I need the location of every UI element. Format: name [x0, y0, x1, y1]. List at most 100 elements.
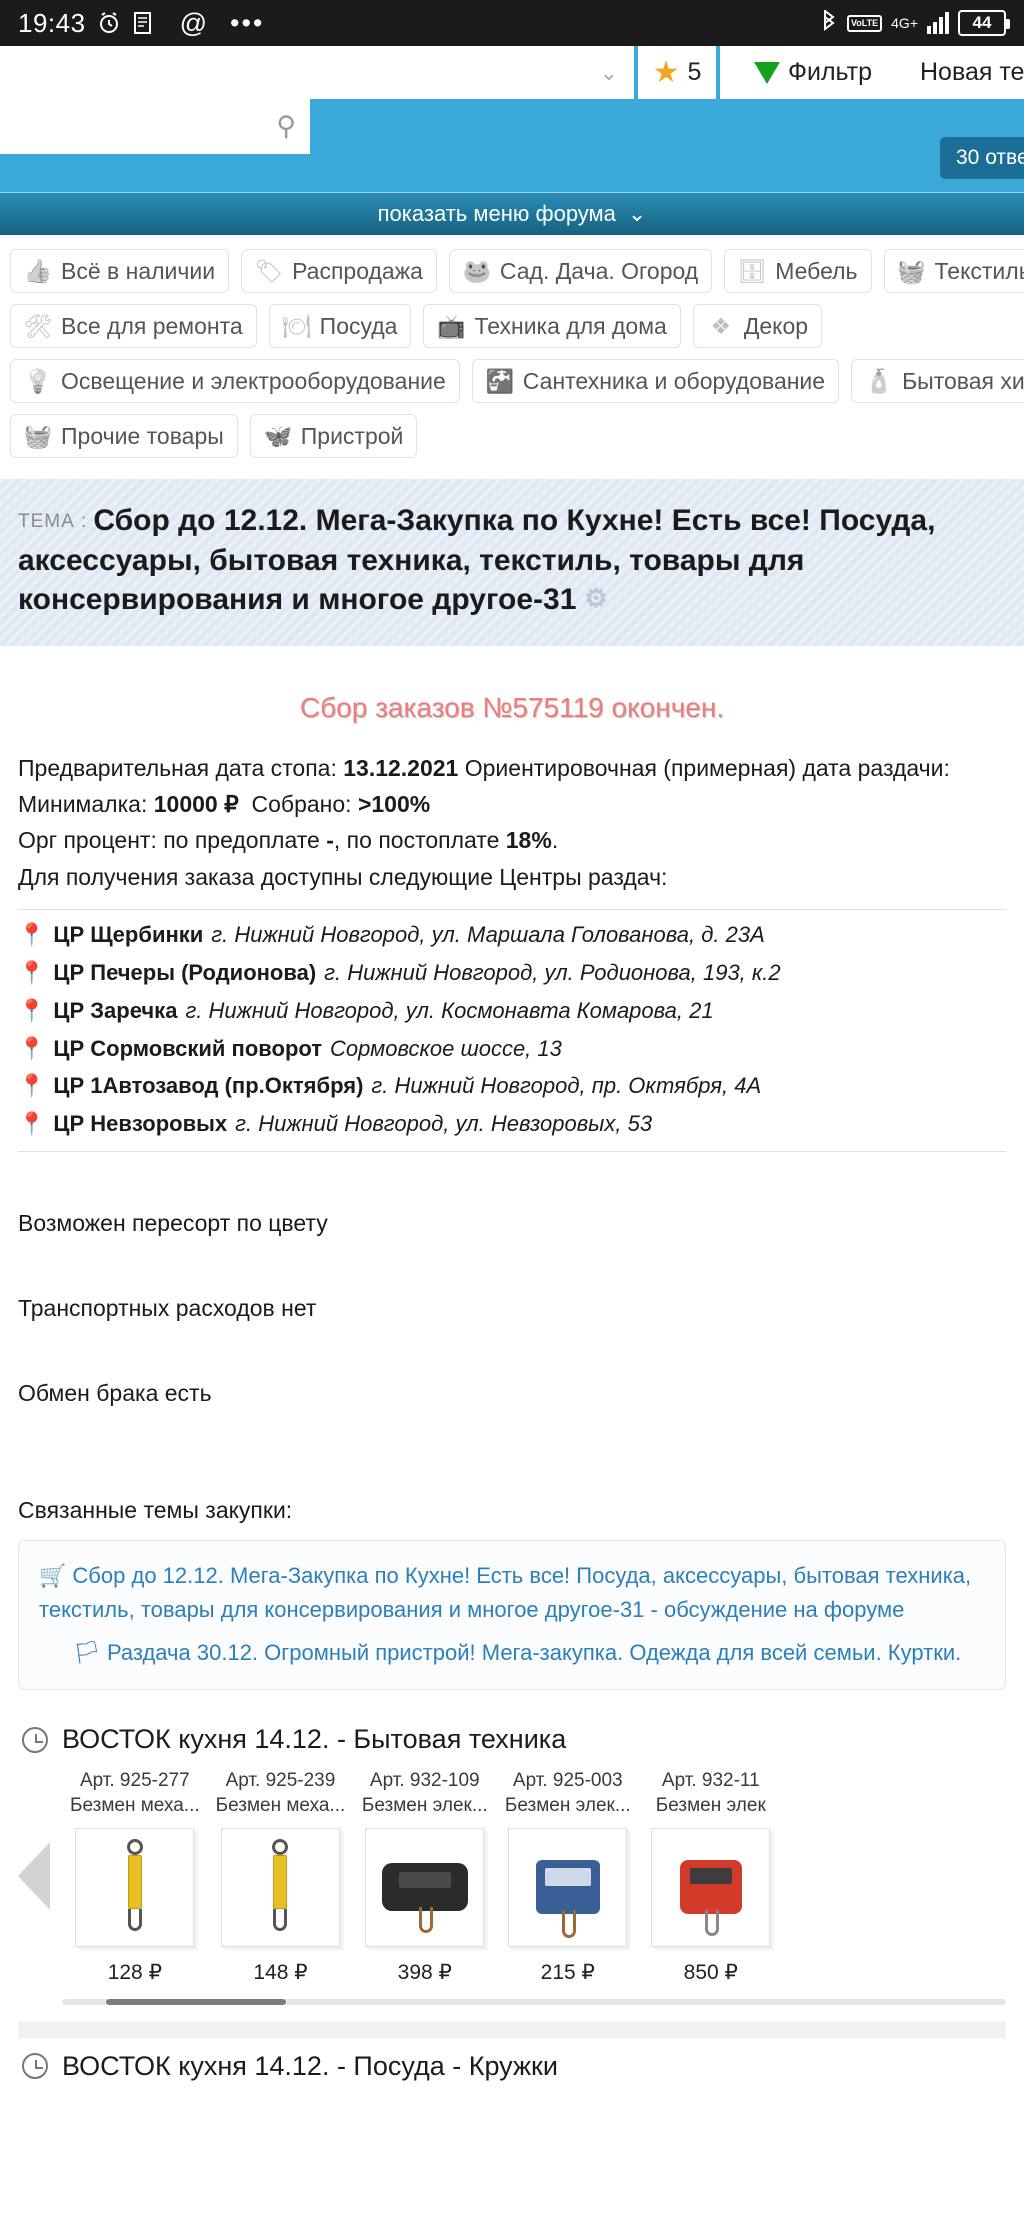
chevron-down-icon: ⌄ [599, 59, 618, 85]
product-card[interactable]: Арт. 925-239 Безмен меха... 148 ₽ [208, 1769, 354, 1984]
chip-dishes[interactable]: 🍽 Посуда [268, 304, 412, 348]
electronic-scale-blue-icon [535, 1860, 600, 1939]
chip-label: Всё в наличии [61, 257, 216, 284]
carousel-scrollbar[interactable] [62, 1998, 1006, 2005]
carousel-title: ВОСТОК кухня 14.12. - Посуда - Кружки [62, 2050, 558, 2081]
page-title[interactable]: Сбор до 12.12. Мега-Закупка по Кухне! Ес… [18, 504, 935, 616]
carousel-track[interactable]: Арт. 925-277 Безмен меха... 128 ₽ Арт. 9… [18, 1769, 1006, 1984]
chip-household-chemicals[interactable]: 🧴 Бытовая химия [851, 359, 1024, 403]
chip-label: Бытовая химия [902, 367, 1024, 394]
location-pin-icon: 📍 [18, 922, 46, 948]
chip-label: Сад. Дача. Огород [499, 257, 699, 284]
chip-sale[interactable]: 🏷 Распродажа [241, 249, 437, 293]
center-address: Сормовское шоссе, 13 [330, 1035, 562, 1061]
org-percent-end: . [551, 827, 559, 854]
signal-bars-icon [927, 12, 949, 34]
product-name: Безмен элек [655, 1795, 766, 1817]
new-topic-button[interactable]: Новая тема [900, 46, 1024, 99]
stop-date-label: Предварительная дата стопа: [18, 754, 337, 781]
product-card[interactable]: Арт. 925-003 Безмен элек... 215 ₽ [496, 1769, 639, 1984]
org-prepay-label: Орг процент: по предоплате [18, 827, 320, 854]
chip-decor[interactable]: ❖ Декор [692, 304, 823, 348]
favorites-count: 5 [687, 58, 702, 86]
forum-menu-toggle[interactable]: показать меню форума ⌄ [0, 192, 1024, 235]
filter-label: Фильтр [788, 58, 872, 86]
mechanical-scale-icon [260, 1839, 300, 1935]
center-name: ЦР Печеры (Родионова) [53, 959, 317, 985]
household-chemicals-icon: 🧴 [864, 367, 894, 394]
search-row: ⚲ 30 ответов [0, 99, 1024, 179]
search-input[interactable]: ⚲ [0, 99, 310, 154]
carousel-title: ВОСТОК кухня 14.12. - Бытовая техника [62, 1724, 567, 1755]
cart-icon: 🛒 [39, 1563, 67, 1589]
list-item[interactable]: 📍 ЦР Сормовский поворот Сормовское шоссе… [18, 1030, 1006, 1068]
chip-pristroy[interactable]: 🦋 Пристрой [249, 414, 418, 458]
chip-repair[interactable]: 🛠 Все для ремонта [10, 304, 257, 348]
related-topic-link-2[interactable]: 🏳 Раздача 30.12. Огромный пристрой! Мега-… [39, 1636, 985, 1669]
chip-garden[interactable]: 🐸 Сад. Дача. Огород [448, 249, 713, 293]
list-item[interactable]: 📍 ЦР Заречка г. Нижний Новгород, ул. Кос… [18, 992, 1006, 1030]
home-appliance-icon: 📺 [437, 312, 466, 339]
chip-label: Декор [743, 312, 809, 339]
product-image [220, 1827, 340, 1947]
list-item[interactable]: 📍 ЦР 1Автозавод (пр.Октября) г. Нижний Н… [18, 1067, 1006, 1105]
chip-label: Освещение и электрооборудование [61, 367, 446, 394]
toolbar-spacer [0, 168, 1024, 192]
electronic-scale-red-icon [679, 1860, 742, 1937]
related-topics-box: 🛒 Сбор до 12.12. Мега-Закупка по Кухне! Е… [18, 1540, 1006, 1691]
chip-home-appliances[interactable]: 📺 Техника для дома [423, 304, 681, 348]
chip-all-in-stock[interactable]: 👍 Всё в наличии [10, 249, 230, 293]
chip-other-goods[interactable]: 🧺 Прочие товары [10, 414, 238, 458]
filter-button[interactable]: Фильтр [716, 46, 906, 99]
related-topic-link-1[interactable]: 🛒 Сбор до 12.12. Мега-Закупка по Кухне! Е… [39, 1559, 985, 1626]
chip-row-2: 🛠 Все для ремонта 🍽 Посуда 📺 Техника для… [10, 304, 1014, 348]
section-divider [18, 2020, 1006, 2039]
chip-textile[interactable]: 🧺 Текстиль [883, 249, 1024, 293]
product-price: 398 ₽ [397, 1960, 452, 1984]
carousel-prev-arrow[interactable] [18, 1842, 50, 1911]
section-select[interactable]: ⌄ [0, 46, 634, 99]
product-card[interactable]: Арт. 932-109 Безмен элек... 398 ₽ [353, 1769, 496, 1984]
status-time: 19:43 [18, 7, 86, 38]
responses-badge[interactable]: 30 ответов [940, 137, 1024, 179]
center-name: ЦР Щербинки [53, 922, 204, 948]
chip-label: Мебель [775, 257, 858, 284]
list-item[interactable]: 📍 ЦР Невзоровых г. Нижний Новгород, ул. … [18, 1105, 1006, 1143]
product-image [508, 1827, 628, 1947]
location-pin-icon: 📍 [18, 1073, 46, 1099]
minimum-label: Минималка: [18, 791, 148, 818]
chip-label: Посуда [319, 312, 398, 339]
chevron-down-icon: ⌄ [627, 201, 647, 226]
plumbing-icon: 🚰 [485, 367, 515, 394]
product-card[interactable]: Арт. 925-277 Безмен меха... 128 ₽ [62, 1769, 208, 1984]
center-address: г. Нижний Новгород, ул. Маршала Головано… [211, 922, 765, 948]
at-icon: @ [179, 7, 207, 38]
chip-label: Пристрой [300, 422, 404, 449]
related-topics-title: Связанные темы закупки: [18, 1497, 293, 1524]
textile-icon: 🧺 [897, 257, 926, 284]
topic-label: ТЕМА : [18, 511, 88, 532]
center-address: г. Нижний Новгород, ул. Невзоровых, 53 [235, 1111, 653, 1137]
chip-furniture[interactable]: 🗄 Мебель [724, 249, 872, 293]
chip-lighting[interactable]: 💡 Освещение и электрооборудование [10, 359, 460, 403]
gear-icon[interactable]: ⚙ [584, 583, 607, 613]
product-card[interactable]: Арт. 932-11 Безмен элек 850 ₽ [639, 1769, 782, 1984]
minimum-value: 10000 ₽ [153, 791, 239, 818]
alarm-clock-icon [97, 11, 121, 35]
favorites-button[interactable]: ★ 5 [634, 46, 716, 99]
carousel-scrollbar-thumb[interactable] [106, 1998, 286, 2005]
chip-plumbing[interactable]: 🚰 Сантехника и оборудование [471, 359, 840, 403]
center-name: ЦР 1Автозавод (пр.Октября) [53, 1073, 364, 1099]
basket-icon: 🧺 [23, 422, 53, 449]
list-item[interactable]: 📍 ЦР Печеры (Родионова) г. Нижний Новгор… [18, 954, 1006, 992]
chip-label: Техника для дома [474, 312, 667, 339]
location-pin-icon: 📍 [18, 997, 46, 1023]
list-item[interactable]: 📍 ЦР Щербинки г. Нижний Новгород, ул. Ма… [18, 916, 1006, 954]
location-pin-icon: 📍 [18, 959, 46, 985]
mechanical-scale-icon [115, 1839, 155, 1935]
ellipsis-icon: ••• [230, 7, 265, 38]
new-topic-label: Новая тема [920, 58, 1024, 86]
chip-label: Все для ремонта [61, 312, 243, 339]
center-address: г. Нижний Новгород, ул. Родионова, 193, … [324, 959, 781, 985]
location-pin-icon: 📍 [18, 1035, 46, 1061]
